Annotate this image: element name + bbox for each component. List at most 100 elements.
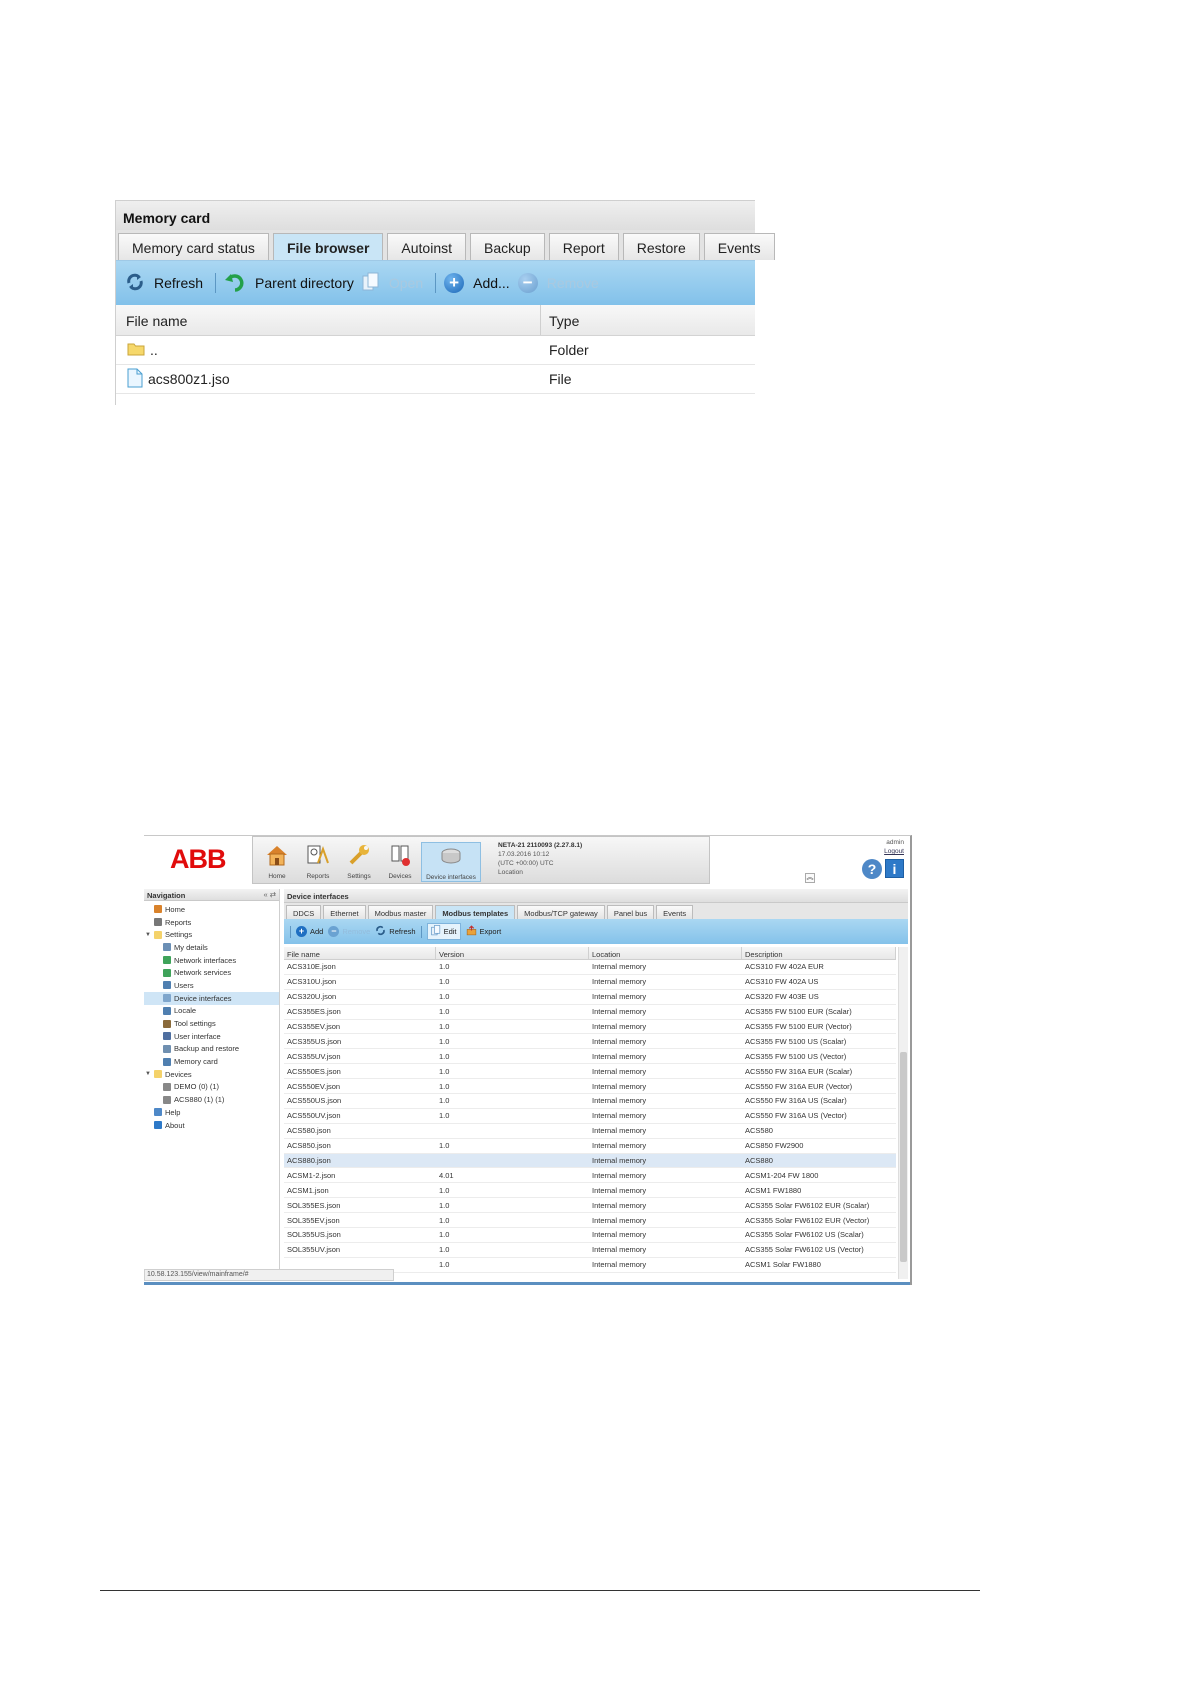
tab-restore[interactable]: Restore — [622, 233, 700, 260]
table-row[interactable]: ACS355ES.json 1.0 Internal memory ACS355 FW… — [284, 1005, 896, 1020]
nav-item-label: Users — [174, 980, 194, 990]
nav-item-locale[interactable]: Locale — [144, 1005, 279, 1018]
tab-ddcs[interactable]: DDCS — [286, 905, 322, 919]
nav-item-tool-settings[interactable]: Tool settings — [144, 1017, 279, 1030]
scrollbar-thumb[interactable] — [900, 1052, 907, 1262]
table-row[interactable]: ACS850.json 1.0 Internal memory ACS850 FW29… — [284, 1139, 896, 1154]
parent-directory-button[interactable]: Parent directory — [222, 271, 360, 296]
file-type: File — [549, 371, 572, 387]
tab-memory-card-status[interactable]: Memory card status — [118, 233, 269, 260]
nav-item-home[interactable]: Home — [144, 903, 279, 916]
table-row[interactable]: ACS580.json Internal memory ACS580 — [284, 1124, 896, 1139]
table-row[interactable]: ACSM1-2.json 4.01 Internal memory ACSM1-204… — [284, 1168, 896, 1184]
nav-item-help[interactable]: Help — [144, 1106, 279, 1119]
cell-version: 1.0 — [439, 1185, 450, 1195]
column-file-name[interactable]: File name — [284, 947, 436, 959]
table-row[interactable]: ACS550EV.json 1.0 Internal memory ACS550 FW… — [284, 1079, 896, 1095]
table-row[interactable]: ACS310E.json 1.0 Internal memory ACS310 FW … — [284, 960, 896, 975]
table-row[interactable]: ACS310U.json 1.0 Internal memory ACS310 FW … — [284, 975, 896, 990]
toolbar-separator — [420, 925, 422, 938]
collapse-header-button[interactable]: ︽ — [805, 873, 815, 883]
refresh-button[interactable]: Refresh — [123, 272, 209, 295]
cell-location: Internal memory — [592, 1170, 647, 1180]
table-row[interactable]: ACS880.json Internal memory ACS880 — [284, 1153, 896, 1169]
cell-version: 1.0 — [439, 1051, 450, 1061]
nav-item-demo-0-1[interactable]: DEMO (0) (1) — [144, 1081, 279, 1094]
column-version[interactable]: Version — [436, 947, 589, 959]
cell-version: 1.0 — [439, 1007, 450, 1017]
column-type[interactable]: Type — [541, 305, 755, 335]
nav-item-network-interfaces[interactable]: Network interfaces — [144, 954, 279, 967]
add-button[interactable]: + Add... — [442, 273, 516, 293]
nav-settings-button[interactable]: Settings — [339, 842, 379, 882]
remove-button[interactable]: − Remove — [516, 273, 605, 293]
table-row[interactable]: ACS320U.json 1.0 Internal memory ACS320 FW … — [284, 990, 896, 1005]
table-row[interactable]: ACS355US.json 1.0 Internal memory ACS355 FW… — [284, 1034, 896, 1050]
file-row[interactable]: acs800z1.jso File — [116, 365, 755, 394]
help-icon[interactable]: ? — [862, 859, 882, 879]
column-location[interactable]: Location — [589, 947, 742, 959]
table-row[interactable]: SOL355US.json 1.0 Internal memory ACS355 So… — [284, 1228, 896, 1243]
tab-report[interactable]: Report — [548, 233, 619, 260]
nav-item-acs880-1-1[interactable]: ACS880 (1) (1) — [144, 1093, 279, 1106]
expand-arrow-icon[interactable]: ▼ — [145, 1071, 151, 1077]
nav-reports-button[interactable]: Reports — [298, 842, 338, 882]
nav-devices-button[interactable]: Devices — [380, 842, 420, 882]
tab-events[interactable]: Events — [656, 905, 694, 919]
refresh-templates-button[interactable]: Refresh — [375, 925, 416, 938]
nav-item-memory-card[interactable]: Memory card — [144, 1055, 279, 1068]
tab-events[interactable]: Events — [703, 233, 775, 260]
nav-home-button[interactable]: Home — [257, 842, 297, 882]
nav-item-user-interface[interactable]: User interface — [144, 1030, 279, 1043]
tab-modbus-tcp-gateway[interactable]: Modbus/TCP gateway — [517, 905, 605, 919]
page-footer-rule — [100, 1590, 980, 1591]
cell-description: ACS550 FW 316A EUR (Vector) — [745, 1081, 853, 1091]
export-template-button[interactable]: Export — [466, 925, 501, 938]
cell-file-name: ACS355US.json — [287, 1036, 342, 1046]
navigation-controls[interactable]: « ⇄ — [263, 890, 276, 899]
tab-modbus-templates[interactable]: Modbus templates — [435, 905, 516, 919]
cell-file-name: SOL355UV.json — [287, 1245, 341, 1255]
file-row[interactable]: .. Folder — [116, 336, 755, 365]
column-description[interactable]: Description — [742, 947, 896, 959]
tab-modbus-master[interactable]: Modbus master — [367, 905, 434, 919]
info-icon[interactable]: i — [885, 859, 904, 878]
table-row[interactable]: ACS355UV.json 1.0 Internal memory ACS355 FW… — [284, 1049, 896, 1065]
table-row[interactable]: SOL355ES.json 1.0 Internal memory ACS355 So… — [284, 1198, 896, 1214]
nav-item-device-interfaces[interactable]: Device interfaces — [144, 991, 279, 1005]
column-file-name[interactable]: File name — [116, 305, 541, 335]
table-row[interactable]: ACS550US.json 1.0 Internal memory ACS550 FW… — [284, 1094, 896, 1109]
nav-item-devices[interactable]: ▼ Devices — [144, 1068, 279, 1081]
table-row[interactable]: ACS355EV.json 1.0 Internal memory ACS355 FW… — [284, 1020, 896, 1035]
table-row[interactable]: ACSM1.json 1.0 Internal memory ACSM1 FW1880 — [284, 1183, 896, 1199]
table-row[interactable]: SOL355EV.json 1.0 Internal memory ACS355 So… — [284, 1213, 896, 1229]
nav-item-reports[interactable]: Reports — [144, 916, 279, 929]
nav-item-network-services[interactable]: Network services — [144, 966, 279, 979]
nav-item-my-details[interactable]: My details — [144, 941, 279, 954]
add-template-button[interactable]: + Add — [296, 926, 323, 937]
table-row[interactable]: SOL355UV.json 1.0 Internal memory ACS355 So… — [284, 1243, 896, 1258]
nav-item-settings[interactable]: ▼ Settings — [144, 928, 279, 941]
remove-template-button[interactable]: − Remove — [328, 926, 370, 937]
nav-item-backup-and-restore[interactable]: Backup and restore — [144, 1043, 279, 1056]
cell-version: 1.0 — [439, 1081, 450, 1091]
nav-device-interfaces-button[interactable]: Device interfaces — [421, 842, 481, 882]
tab-backup[interactable]: Backup — [470, 233, 545, 260]
table-row[interactable]: ACS550UV.json 1.0 Internal memory ACS550 FW… — [284, 1109, 896, 1124]
cell-file-name: SOL355EV.json — [287, 1215, 340, 1225]
nav-item-users[interactable]: Users — [144, 979, 279, 992]
neta-web-ui: ABB Home Reports Settings Devices Device… — [144, 835, 912, 1285]
edit-template-button[interactable]: Edit — [426, 923, 461, 940]
nav-item-about[interactable]: About — [144, 1119, 279, 1132]
tab-ethernet[interactable]: Ethernet — [323, 905, 366, 919]
logout-link[interactable]: Logout — [884, 847, 904, 856]
nav-item-label: Memory card — [174, 1057, 218, 1067]
tab-panel-bus[interactable]: Panel bus — [606, 905, 655, 919]
expand-arrow-icon[interactable]: ▼ — [145, 932, 151, 938]
tab-autoinst[interactable]: Autoinst — [387, 233, 466, 260]
grid-scrollbar[interactable] — [898, 947, 908, 1279]
nav-item-label: Network interfaces — [174, 955, 237, 965]
tab-file-browser[interactable]: File browser — [272, 233, 384, 260]
open-button[interactable]: Open — [360, 272, 429, 295]
table-row[interactable]: ACS550ES.json 1.0 Internal memory ACS550 FW… — [284, 1064, 896, 1080]
